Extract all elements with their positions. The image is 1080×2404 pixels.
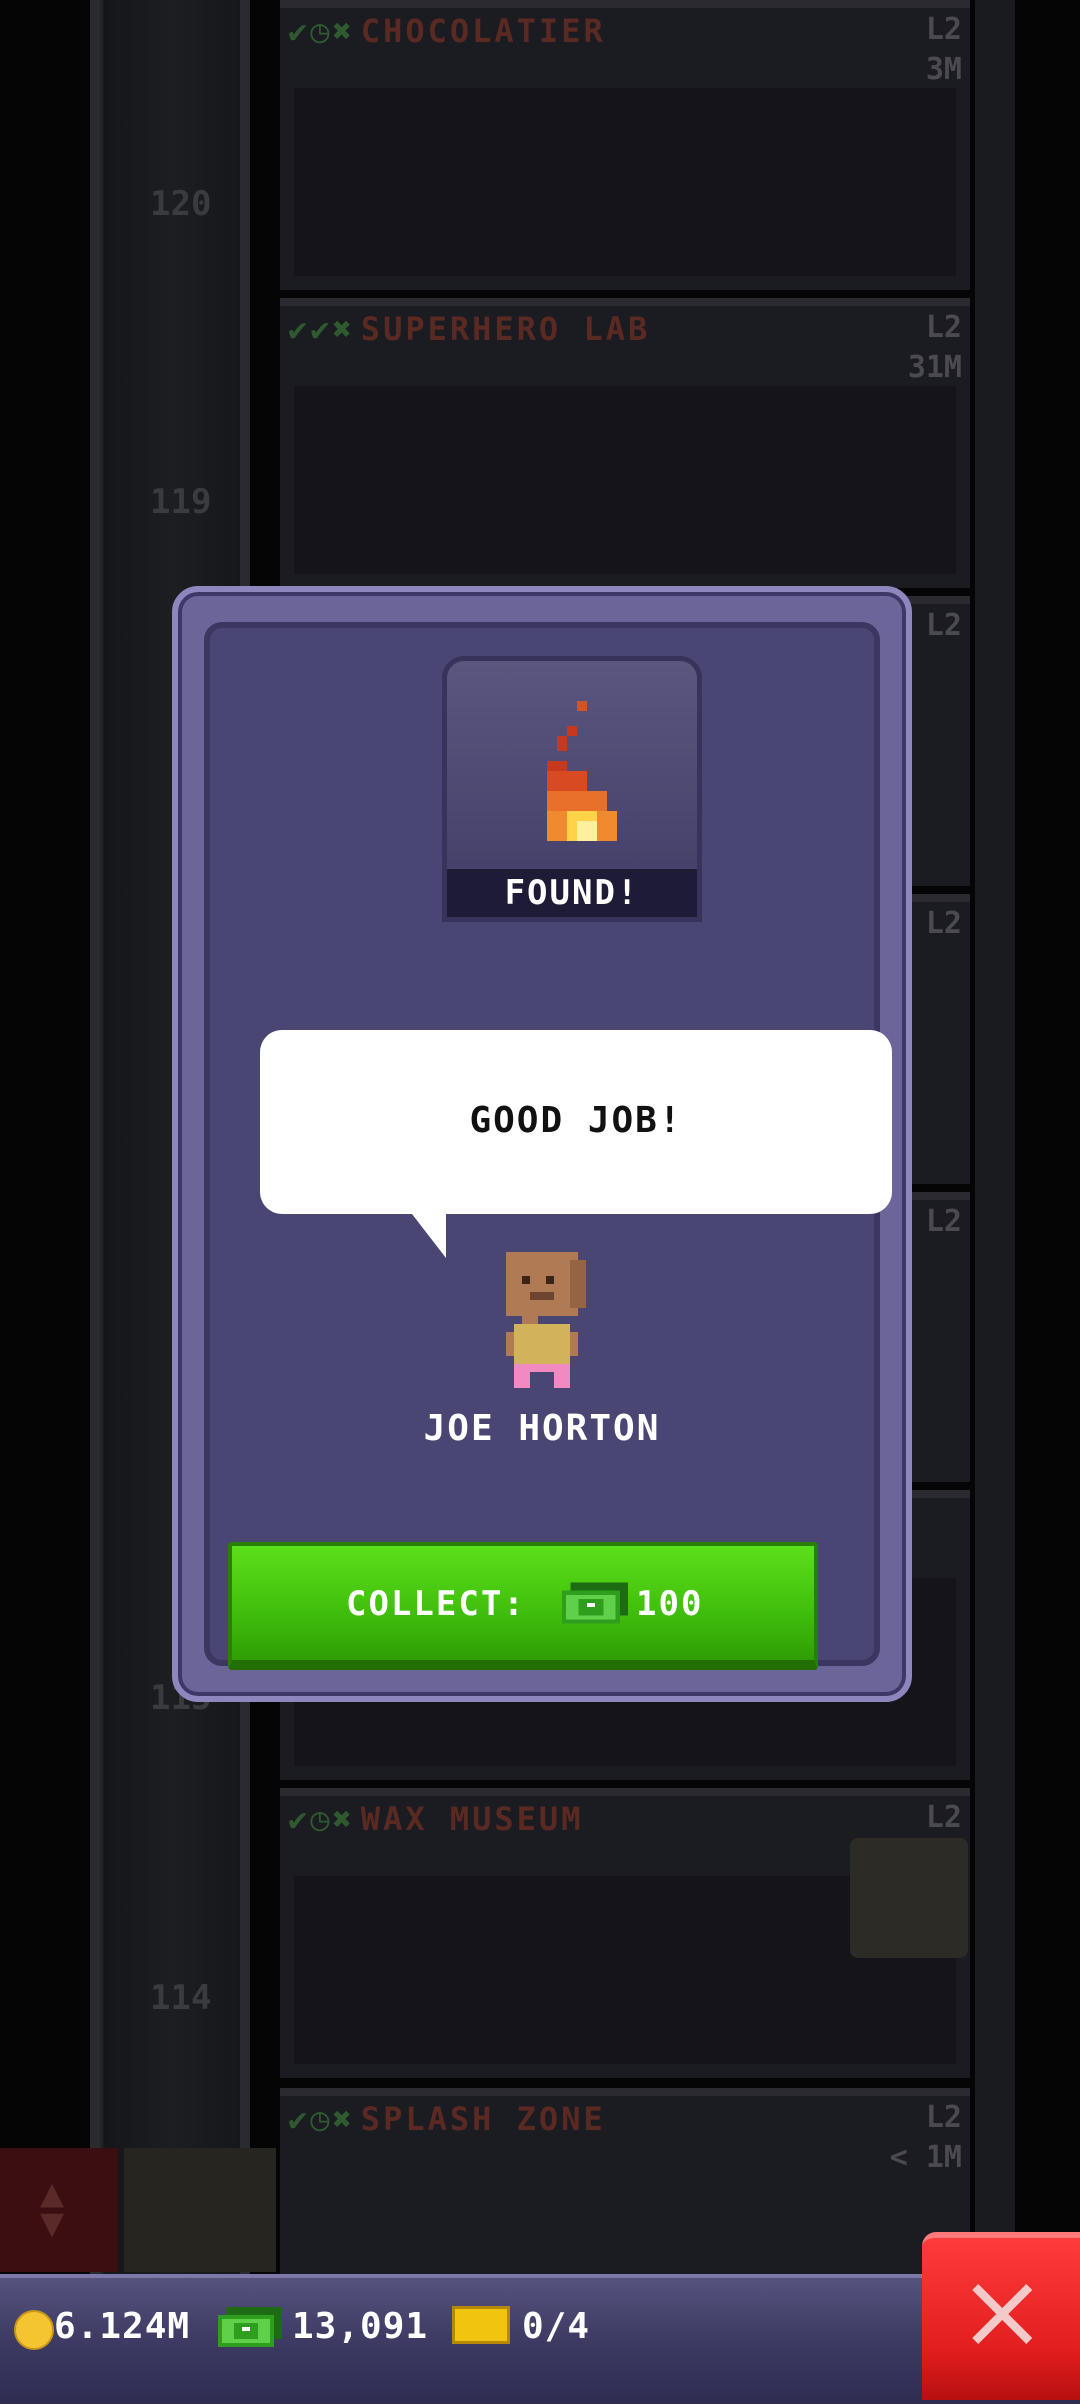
floor-number: 114 [150,1978,212,2018]
cash-icon [562,1582,628,1624]
found-item-box: FOUND! [442,656,702,922]
speech-text: GOOD JOB! [469,1100,683,1141]
elevator-button[interactable]: ▲ ▼ [0,2148,118,2272]
status-bar: 6.124M 13,091 0/4 [0,2274,1080,2404]
speech-bubble-tail [412,1214,446,1258]
floor-income: < 1M [889,2140,962,2175]
check-icon: ✔◷✖ [288,2100,355,2138]
character-avatar [506,1252,586,1388]
floor-level: L2 [925,1800,962,1835]
floor-name: WAX MUSEUM [360,1800,584,1838]
collect-label: COLLECT: [346,1584,526,1624]
floor-number: 119 [150,482,212,522]
floor-chocolatier[interactable]: ✔◷✖ CHOCOLATIER L2 3M [280,0,970,290]
check-icon: ✔✔✖ [288,310,355,348]
floor-room [294,386,956,574]
floor-room [294,88,956,276]
flame-icon [547,701,617,841]
floor-number: 120 [150,184,212,224]
found-item-dialog: FOUND! GOOD JOB! JOE HORTON COLLECT: 100 [172,586,912,1702]
cash-value: 13,091 [292,2306,429,2347]
coin-icon [14,2310,54,2350]
floor-level: L2 [925,608,962,643]
floor-level: L2 [925,310,962,345]
collect-amount: 100 [636,1584,704,1624]
collect-button[interactable]: COLLECT: 100 [228,1542,818,1670]
floor-income: 3M [925,52,962,87]
shop-button[interactable] [850,1838,968,1958]
check-icon: ✔◷✖ [288,12,355,50]
found-label: FOUND! [447,869,697,917]
check-icon: ✔◷✖ [288,1800,355,1838]
floor-splash-zone[interactable]: ✔◷✖ SPLASH ZONE L2 < 1M [280,2088,970,2290]
coins-value: 6.124M [54,2306,191,2347]
cash-icon [218,2307,282,2347]
floor-superhero-lab[interactable]: ✔✔✖ SUPERHERO LAB L2 31M [280,298,970,588]
floor-level: L2 [925,906,962,941]
floor-name: SUPERHERO LAB [360,310,651,348]
up-down-arrows-icon: ▲ ▼ [40,2170,65,2246]
shaft-rail [90,0,100,2290]
floor-level: L2 [925,2100,962,2135]
right-rail [975,0,1015,2290]
floor-name: CHOCOLATIER [360,12,606,50]
character-name: JOE HORTON [423,1408,661,1449]
close-button[interactable] [922,2232,1080,2400]
floor-level: L2 [925,1204,962,1239]
build-button[interactable] [124,2148,276,2272]
floor-level: L2 [925,12,962,47]
dialog-panel: FOUND! GOOD JOB! JOE HORTON COLLECT: 100 [204,622,892,1670]
floor-name: SPLASH ZONE [360,2100,606,2138]
bux-value: 0/4 [522,2306,591,2347]
speech-bubble: GOOD JOB! [260,1030,892,1258]
floor-income: 31M [907,350,962,385]
tower-bux-icon [452,2306,510,2344]
close-icon [972,2284,1032,2344]
